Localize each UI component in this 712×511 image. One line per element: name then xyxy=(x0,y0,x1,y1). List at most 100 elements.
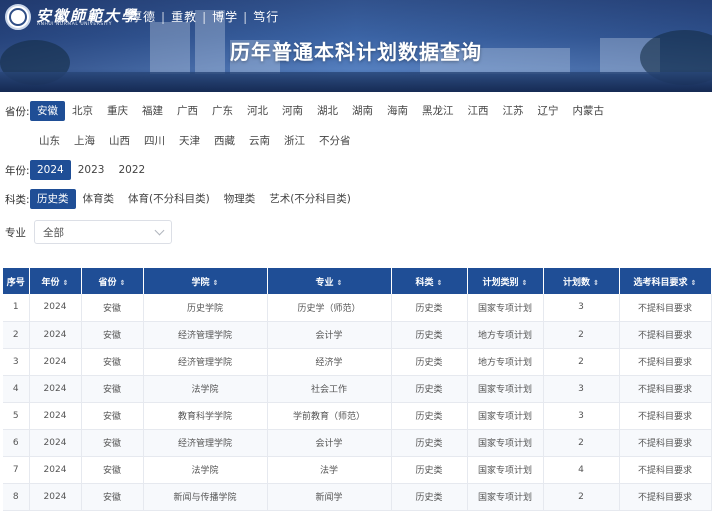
table-cell: 历史类 xyxy=(391,321,468,349)
table-row: 4 2024 安徽 法学院 社会工作 历史类 国家专项计划 3 不提科目要求 xyxy=(3,375,712,403)
table-cell: 学前教育（师范） xyxy=(267,402,392,430)
year-option[interactable]: 2024 xyxy=(30,160,71,180)
province-option[interactable]: 江苏 xyxy=(496,101,531,121)
table-cell: 不提科目要求 xyxy=(619,375,712,403)
sort-icon[interactable]: ⇕ xyxy=(63,279,69,287)
province-option[interactable]: 山西 xyxy=(102,131,137,151)
table-cell: 2 xyxy=(3,321,30,349)
sort-icon[interactable]: ⇕ xyxy=(437,279,443,287)
column-header[interactable]: 选考科目要求 ⇕ xyxy=(619,268,712,294)
province-option[interactable]: 不分省 xyxy=(312,131,358,151)
province-option[interactable]: 江西 xyxy=(461,101,496,121)
province-option[interactable]: 湖南 xyxy=(345,101,380,121)
table-cell: 历史学院 xyxy=(143,294,268,322)
sort-icon[interactable]: ⇕ xyxy=(213,279,219,287)
year-option[interactable]: 2023 xyxy=(71,160,112,180)
column-header[interactable]: 计划数 ⇕ xyxy=(543,268,620,294)
category-filter-row: 科类: 历史类 体育类 体育(不分科目类) 物理类 艺术(不分科目类) xyxy=(0,189,358,209)
table-cell: 2024 xyxy=(29,321,82,349)
table-cell: 不提科目要求 xyxy=(619,348,712,376)
province-option[interactable]: 广东 xyxy=(205,101,240,121)
table-cell: 不提科目要求 xyxy=(619,321,712,349)
table-cell: 历史类 xyxy=(391,429,468,457)
table-cell: 历史类 xyxy=(391,483,468,511)
table-row: 5 2024 安徽 教育科学学院 学前教育（师范） 历史类 国家专项计划 3 不提科目要求 xyxy=(3,402,712,430)
column-header[interactable]: 省份 ⇕ xyxy=(81,268,144,294)
column-header: 序号 xyxy=(3,268,30,294)
sort-icon[interactable]: ⇕ xyxy=(593,279,599,287)
category-option[interactable]: 体育(不分科目类) xyxy=(121,189,217,209)
table-cell: 国家专项计划 xyxy=(467,456,544,484)
table-cell: 2 xyxy=(543,429,620,457)
column-header[interactable]: 专业 ⇕ xyxy=(267,268,392,294)
table-row: 1 2024 安徽 历史学院 历史学（师范） 历史类 国家专项计划 3 不提科目要求 xyxy=(3,294,712,322)
category-options: 历史类 体育类 体育(不分科目类) 物理类 艺术(不分科目类) xyxy=(30,189,358,209)
table-header-row: 序号 年份 ⇕ 省份 ⇕ 学院 ⇕ 专业 ⇕ 科类 ⇕ 计划类别 ⇕ 计划数 ⇕ 选考科目要求 ⇕ xyxy=(3,268,712,294)
province-option[interactable]: 西藏 xyxy=(207,131,242,151)
table-cell: 安徽 xyxy=(81,429,144,457)
province-option[interactable]: 浙江 xyxy=(277,131,312,151)
province-option[interactable]: 安徽 xyxy=(30,101,65,121)
table-cell: 安徽 xyxy=(81,348,144,376)
table-cell: 7 xyxy=(3,456,30,484)
page-title: 历年普通本科计划数据查询 xyxy=(230,40,482,64)
column-header[interactable]: 年份 ⇕ xyxy=(29,268,82,294)
province-option[interactable]: 天津 xyxy=(172,131,207,151)
table-cell: 国家专项计划 xyxy=(467,402,544,430)
table-row: 2 2024 安徽 经济管理学院 会计学 历史类 地方专项计划 2 不提科目要求 xyxy=(3,321,712,349)
table-cell: 经济管理学院 xyxy=(143,348,268,376)
province-option[interactable]: 云南 xyxy=(242,131,277,151)
column-header-label: 科类 xyxy=(415,277,434,288)
year-option[interactable]: 2022 xyxy=(111,160,152,180)
province-option[interactable]: 辽宁 xyxy=(531,101,566,121)
column-header[interactable]: 计划类别 ⇕ xyxy=(467,268,544,294)
table-cell: 法学院 xyxy=(143,456,268,484)
major-select-value: 全部 xyxy=(43,226,64,239)
category-option[interactable]: 艺术(不分科目类) xyxy=(262,189,358,209)
category-option[interactable]: 历史类 xyxy=(30,189,76,209)
province-option[interactable]: 广西 xyxy=(170,101,205,121)
table-cell: 法学院 xyxy=(143,375,268,403)
table-cell: 安徽 xyxy=(81,375,144,403)
sort-icon[interactable]: ⇕ xyxy=(691,279,697,287)
header-banner: 安徽師範大學 ANHUI NORMAL UNIVERSITY 厚德 | 重教 | 博学 |… xyxy=(0,0,712,92)
table-cell: 8 xyxy=(3,483,30,511)
major-select[interactable]: 全部 xyxy=(34,220,172,244)
province-option[interactable]: 上海 xyxy=(67,131,102,151)
province-option[interactable]: 湖北 xyxy=(310,101,345,121)
table-cell: 经济管理学院 xyxy=(143,321,268,349)
province-option[interactable]: 四川 xyxy=(137,131,172,151)
province-option[interactable]: 黑龙江 xyxy=(415,101,461,121)
sort-icon[interactable]: ⇕ xyxy=(337,279,343,287)
banner-water xyxy=(0,72,712,92)
province-option[interactable]: 河北 xyxy=(240,101,275,121)
province-option[interactable]: 北京 xyxy=(65,101,100,121)
category-label: 科类: xyxy=(5,193,30,206)
table-cell: 不提科目要求 xyxy=(619,402,712,430)
table-cell: 安徽 xyxy=(81,456,144,484)
column-header[interactable]: 学院 ⇕ xyxy=(143,268,268,294)
category-option[interactable]: 体育类 xyxy=(76,189,122,209)
column-header-label: 计划数 xyxy=(563,277,591,288)
table-cell: 历史类 xyxy=(391,402,468,430)
province-option[interactable]: 山东 xyxy=(32,131,67,151)
university-english-name: ANHUI NORMAL UNIVERSITY xyxy=(37,22,113,27)
table-cell: 3 xyxy=(3,348,30,376)
column-header[interactable]: 科类 ⇕ xyxy=(391,268,468,294)
province-option[interactable]: 海南 xyxy=(380,101,415,121)
province-option[interactable]: 福建 xyxy=(135,101,170,121)
table-cell: 安徽 xyxy=(81,321,144,349)
table-cell: 4 xyxy=(543,456,620,484)
sort-icon[interactable]: ⇕ xyxy=(522,279,528,287)
table-cell: 法学 xyxy=(267,456,392,484)
column-header-label: 专业 xyxy=(315,277,334,288)
province-option[interactable]: 内蒙古 xyxy=(566,101,612,121)
table-cell: 1 xyxy=(3,294,30,322)
province-option[interactable]: 河南 xyxy=(275,101,310,121)
category-option[interactable]: 物理类 xyxy=(217,189,263,209)
table-row: 8 2024 安徽 新闻与传播学院 新闻学 历史类 国家专项计划 2 不提科目要求 xyxy=(3,483,712,511)
sort-icon[interactable]: ⇕ xyxy=(120,279,126,287)
table-cell: 2 xyxy=(543,483,620,511)
table-cell: 不提科目要求 xyxy=(619,483,712,511)
province-option[interactable]: 重庆 xyxy=(100,101,135,121)
